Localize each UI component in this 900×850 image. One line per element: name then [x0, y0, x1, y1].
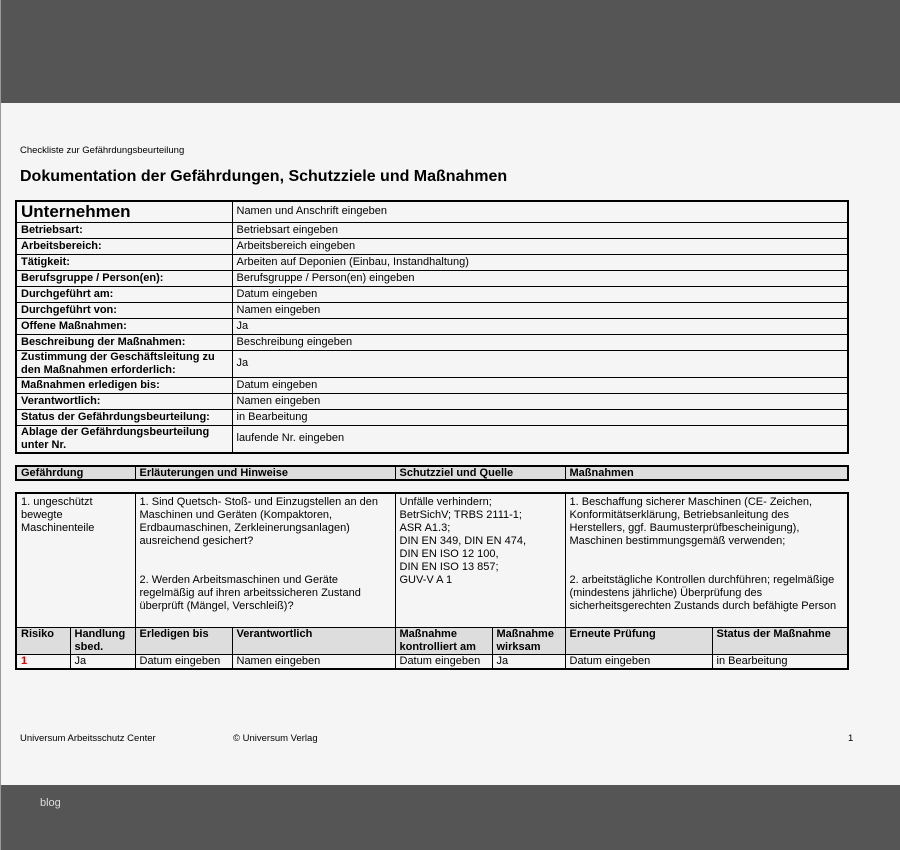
- header-massnahmen: Maßnahmen: [564, 465, 849, 481]
- info-row: Durchgeführt am: Datum eingeben: [15, 285, 849, 303]
- info-row: Durchgeführt von: Namen eingeben: [15, 301, 849, 319]
- info-row: Tätigkeit: Arbeiten auf Deponien (Einbau,…: [15, 253, 849, 271]
- info-row: Status der Gefährdungsbeurteilung: in Bea…: [15, 408, 849, 426]
- subvalue-cell: Namen eingeben: [231, 653, 396, 669]
- subvalue-cell: Datum eingeben: [564, 653, 713, 669]
- subvalue-cell: Ja: [69, 653, 136, 669]
- info-label: Zustimmung der Geschäftsleitung zu den M…: [15, 349, 233, 378]
- info-value: Berufsgruppe / Person(en) eingeben: [231, 269, 849, 287]
- subheader-cell: Handlung sbed.: [69, 626, 136, 655]
- subheader-cell: Erledigen bis: [134, 626, 233, 655]
- subheader-cell: Risiko: [15, 626, 71, 655]
- subvalue-cell: Datum eingeben: [134, 653, 233, 669]
- info-row: Zustimmung der Geschäftsleitung zu den M…: [15, 349, 849, 378]
- info-row: Berufsgruppe / Person(en): Berufsgruppe /…: [15, 269, 849, 287]
- cell-hinweise: 1. Sind Quetsch- Stoß- und Einzugstellen…: [134, 492, 396, 628]
- subheader-cell: Verantwortlich: [231, 626, 396, 655]
- info-value: Ja: [231, 317, 849, 335]
- info-value: Datum eingeben: [231, 376, 849, 394]
- info-value: Beschreibung eingeben: [231, 333, 849, 351]
- info-label: Durchgeführt von:: [15, 301, 233, 319]
- page-number: 1: [848, 733, 854, 744]
- header-gefaehrdung: Gefährdung: [15, 465, 136, 481]
- cell-schutzziel: Unfälle verhindern; BetrSichV; TRBS 2111…: [394, 492, 566, 628]
- info-row: Arbeitsbereich: Arbeitsbereich eingeben: [15, 237, 849, 255]
- info-value: Betriebsart eingeben: [231, 221, 849, 239]
- info-value: Ja: [231, 349, 849, 378]
- info-label: Betriebsart:: [15, 221, 233, 239]
- subheader-cell: Maßnahme kontrolliert am: [394, 626, 493, 655]
- header-schutzziel: Schutzziel und Quelle: [394, 465, 566, 481]
- footer-left: Universum Arbeitsschutz Center: [20, 733, 156, 744]
- blog-link[interactable]: blog: [40, 797, 61, 809]
- subheader-cell: Status der Maßnahme: [711, 626, 849, 655]
- info-label: Berufsgruppe / Person(en):: [15, 269, 233, 287]
- info-label: Offene Maßnahmen:: [15, 317, 233, 335]
- subvalue-cell: in Bearbeitung: [711, 653, 849, 669]
- info-label: Maßnahmen erledigen bis:: [15, 376, 233, 394]
- cell-massnahmen: 1. Beschaffung sicherer Maschinen (CE- Z…: [564, 492, 849, 628]
- info-row: Maßnahmen erledigen bis: Datum eingeben: [15, 376, 849, 394]
- subvalue-cell: Ja: [491, 653, 566, 669]
- info-value: Arbeiten auf Deponien (Einbau, Instandha…: [231, 253, 849, 271]
- subvalue-cell: 1: [15, 653, 71, 669]
- hazard-table: 1. ungeschützt bewegte Maschinenteile 1.…: [15, 492, 849, 670]
- company-info-table: Unternehmen Namen und Anschrift eingeben B…: [15, 200, 849, 454]
- info-row: Unternehmen Namen und Anschrift eingeben: [15, 200, 849, 223]
- info-value: in Bearbeitung: [231, 408, 849, 426]
- info-value: laufende Nr. eingeben: [231, 424, 849, 453]
- info-label: Status der Gefährdungsbeurteilung:: [15, 408, 233, 426]
- subheader-cell: Maßnahme wirksam: [491, 626, 566, 655]
- info-value: Arbeitsbereich eingeben: [231, 237, 849, 255]
- hazard-header-table: Gefährdung Erläuterungen und Hinweise Sc…: [15, 465, 849, 481]
- massnahme-1: 1. Beschaffung sicherer Maschinen (CE- Z…: [569, 496, 813, 547]
- subvalue-cell: Datum eingeben: [394, 653, 493, 669]
- info-label: Ablage der Gefährdungsbeurteilung unter …: [15, 424, 233, 453]
- info-label: Verantwortlich:: [15, 392, 233, 410]
- hinweis-1: 1. Sind Quetsch- Stoß- und Einzugstellen…: [139, 496, 378, 547]
- info-row: Beschreibung der Maßnahmen: Beschreibung …: [15, 333, 849, 351]
- info-label: Arbeitsbereich:: [15, 237, 233, 255]
- info-row: Verantwortlich: Namen eingeben: [15, 392, 849, 410]
- info-label: Beschreibung der Maßnahmen:: [15, 333, 233, 351]
- info-label: Unternehmen: [15, 200, 233, 223]
- cell-gefaehrdung: 1. ungeschützt bewegte Maschinenteile: [15, 492, 136, 628]
- info-value: Namen und Anschrift eingeben: [231, 200, 849, 223]
- bottom-bar: [1, 785, 900, 850]
- subheader-cell: Erneute Prüfung: [564, 626, 713, 655]
- footer-center: © Universum Verlag: [233, 733, 318, 744]
- document-title: Dokumentation der Gefährdungen, Schutzzi…: [20, 168, 508, 185]
- info-value: Datum eingeben: [231, 285, 849, 303]
- info-label: Tätigkeit:: [15, 253, 233, 271]
- info-label: Durchgeführt am:: [15, 285, 233, 303]
- info-value: Namen eingeben: [231, 392, 849, 410]
- info-row: Ablage der Gefährdungsbeurteilung unter …: [15, 424, 849, 453]
- info-row: Betriebsart: Betriebsart eingeben: [15, 221, 849, 239]
- info-value: Namen eingeben: [231, 301, 849, 319]
- header-hinweise: Erläuterungen und Hinweise: [134, 465, 396, 481]
- info-row: Offene Maßnahmen: Ja: [15, 317, 849, 335]
- hinweis-2: 2. Werden Arbeitsmaschinen und Geräte re…: [139, 574, 361, 612]
- massnahme-2: 2. arbeitstägliche Kontrollen durchführe…: [569, 574, 837, 612]
- top-bar: [1, 0, 900, 103]
- document-subtitle: Checkliste zur Gefährdungsbeurteilung: [20, 145, 185, 156]
